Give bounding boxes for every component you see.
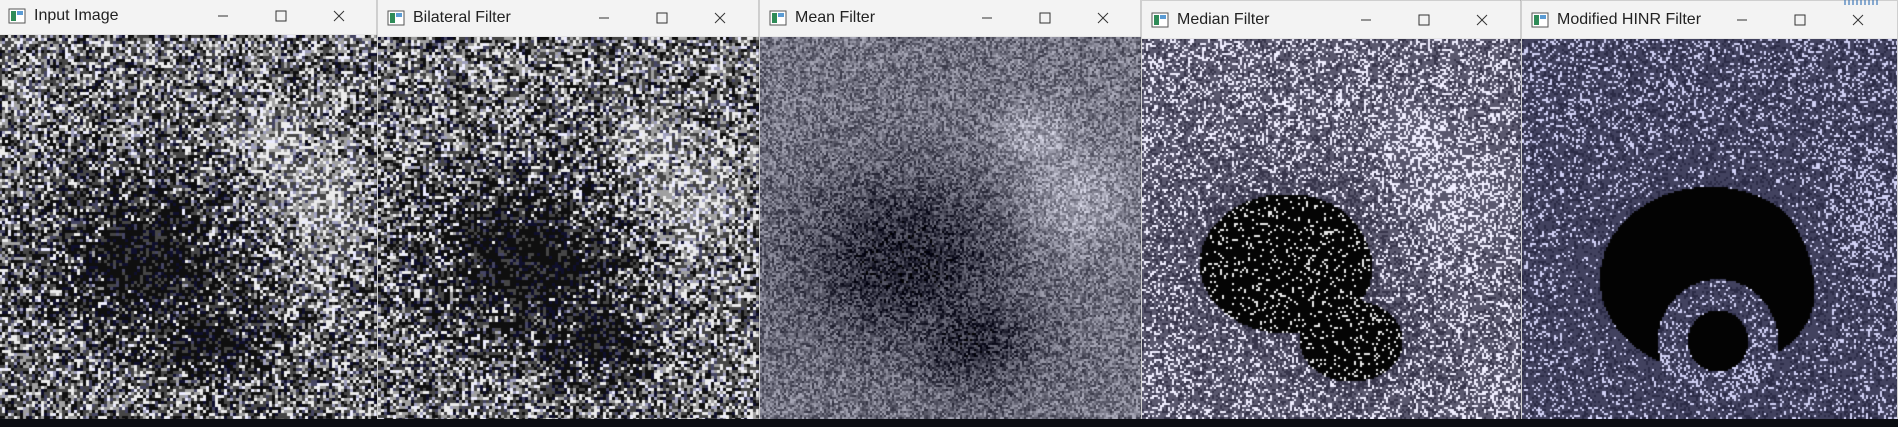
minimize-icon xyxy=(1737,19,1747,20)
maximize-button[interactable] xyxy=(1395,1,1453,38)
window-median-filter[interactable]: Median Filter xyxy=(1141,0,1522,426)
close-button[interactable] xyxy=(1829,1,1887,38)
minimize-icon xyxy=(218,15,228,16)
close-icon xyxy=(714,12,726,23)
window-modified-hinr-filter[interactable]: Modified HINR Filter xyxy=(1521,0,1898,426)
opencv-window-icon xyxy=(769,10,787,25)
minimize-button[interactable] xyxy=(1713,1,1771,38)
noise-image xyxy=(378,37,759,423)
image-view xyxy=(760,37,1142,423)
titlebar[interactable]: Input Image xyxy=(0,0,378,35)
maximize-button[interactable] xyxy=(1016,0,1074,36)
image-view xyxy=(0,35,378,421)
maximize-button[interactable] xyxy=(1771,1,1829,38)
maximize-icon xyxy=(275,10,287,21)
opencv-window-icon xyxy=(1531,12,1549,27)
window-title: Median Filter xyxy=(1177,10,1270,28)
noise-image xyxy=(1522,39,1897,425)
close-button[interactable] xyxy=(691,0,749,36)
desktop-corner-decoration xyxy=(1844,0,1880,5)
minimize-icon xyxy=(599,17,609,18)
opencv-window-icon xyxy=(387,10,405,25)
close-icon xyxy=(1097,12,1109,23)
minimize-button[interactable] xyxy=(958,0,1016,36)
close-button[interactable] xyxy=(1074,0,1132,36)
maximize-icon xyxy=(1418,14,1430,25)
close-icon xyxy=(1852,14,1864,25)
maximize-button[interactable] xyxy=(633,0,691,36)
window-title: Mean Filter xyxy=(795,8,876,26)
window-input-image[interactable]: Input Image xyxy=(0,0,379,422)
titlebar[interactable]: Mean Filter xyxy=(760,0,1142,37)
close-icon xyxy=(1476,14,1488,25)
window-bilateral-filter[interactable]: Bilateral Filter xyxy=(377,0,760,424)
noise-image xyxy=(0,35,378,421)
titlebar[interactable]: Median Filter xyxy=(1142,1,1521,39)
close-button[interactable] xyxy=(1453,1,1511,38)
minimize-icon xyxy=(982,17,992,18)
window-title: Modified HINR Filter xyxy=(1557,10,1702,28)
image-view xyxy=(378,37,759,423)
minimize-icon xyxy=(1361,19,1371,20)
titlebar[interactable]: Bilateral Filter xyxy=(378,0,759,37)
maximize-icon xyxy=(656,12,668,23)
window-title: Bilateral Filter xyxy=(413,8,511,26)
minimize-button[interactable] xyxy=(575,0,633,36)
close-icon xyxy=(333,10,345,21)
window-mean-filter[interactable]: Mean Filter xyxy=(759,0,1143,424)
taskbar-edge xyxy=(0,419,1898,427)
opencv-window-icon xyxy=(1151,12,1169,27)
minimize-button[interactable] xyxy=(1337,1,1395,38)
noise-image xyxy=(760,37,1142,423)
titlebar[interactable]: Modified HINR Filter xyxy=(1522,1,1897,39)
image-view xyxy=(1142,39,1521,425)
window-title: Input Image xyxy=(34,6,119,24)
noise-image xyxy=(1142,39,1521,425)
minimize-button[interactable] xyxy=(194,0,252,34)
image-view xyxy=(1522,39,1897,425)
close-button[interactable] xyxy=(310,0,368,34)
maximize-icon xyxy=(1039,12,1051,23)
desktop: Input Image Bilateral Filter Mean Filter… xyxy=(0,0,1898,427)
opencv-window-icon xyxy=(8,8,26,23)
maximize-icon xyxy=(1794,14,1806,25)
maximize-button[interactable] xyxy=(252,0,310,34)
